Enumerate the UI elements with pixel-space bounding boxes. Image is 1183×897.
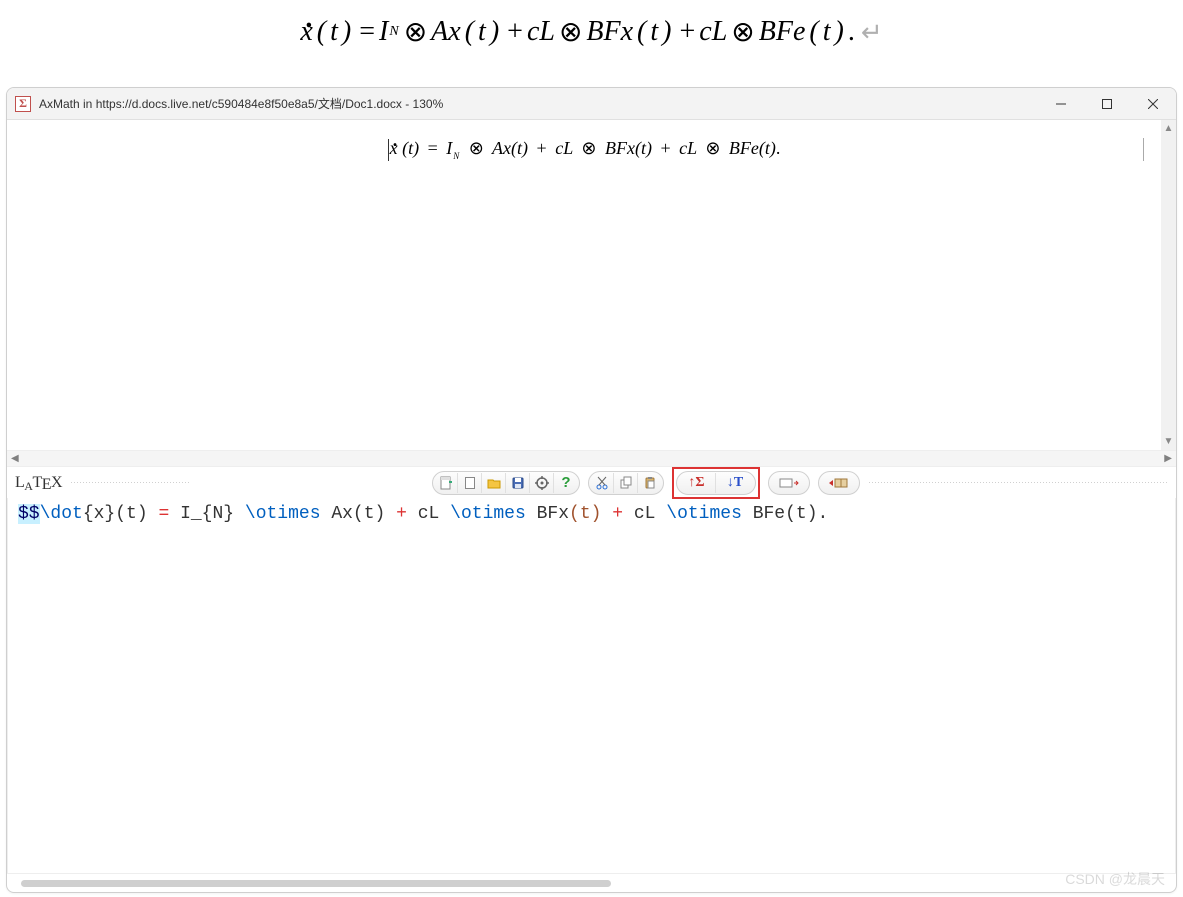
latex-toolbar: LATEX ? ↑Σ ↓T xyxy=(7,466,1176,498)
edit-tool-group xyxy=(588,471,664,495)
titlebar[interactable]: Σ AxMath in https://d.docs.live.net/c590… xyxy=(7,88,1176,120)
file-tool-group: ? xyxy=(432,471,580,495)
toolbar-grip xyxy=(70,481,190,485)
paragraph-mark: ↵ xyxy=(861,17,883,48)
code-token: (t) xyxy=(569,504,601,524)
question-icon: ? xyxy=(561,474,570,491)
text-cursor xyxy=(388,139,389,161)
code-token: Ax(t) xyxy=(321,504,397,524)
word-document-area: x (t) = IN ⊗ Ax(t) + cL ⊗ BFx(t) + cL ⊗ … xyxy=(0,0,1183,85)
settings-button[interactable] xyxy=(530,473,554,493)
cut-button[interactable] xyxy=(590,473,614,493)
maximize-button[interactable] xyxy=(1084,88,1130,119)
paste-button[interactable] xyxy=(638,473,662,493)
scrollbar-thumb[interactable] xyxy=(21,880,611,887)
code-token: I_{N} xyxy=(169,504,245,524)
open-button[interactable] xyxy=(482,473,506,493)
highlighted-convert-group: ↑Σ ↓T xyxy=(672,467,760,499)
code-token: $$ xyxy=(18,504,40,524)
editor-horizontal-scrollbar[interactable]: ◀ ▶ xyxy=(7,450,1176,466)
code-token: \dot xyxy=(40,504,83,524)
app-icon: Σ xyxy=(15,96,31,112)
code-token: \otimes xyxy=(666,504,742,524)
rendered-equation[interactable]: x (t) = IN ⊗ Ax(t) + cL ⊗ BFx(t) + cL ⊗ … xyxy=(25,138,1143,161)
run-button[interactable] xyxy=(820,473,858,493)
toolbar-grip-right xyxy=(868,481,1168,485)
scroll-right-icon[interactable]: ▶ xyxy=(1164,453,1172,464)
convert-tool-group: ↑Σ ↓T xyxy=(676,471,756,495)
vertical-scrollbar[interactable]: ▲ ▼ xyxy=(1161,120,1176,450)
scroll-up-icon[interactable]: ▲ xyxy=(1164,123,1174,134)
new-doc-button[interactable] xyxy=(434,473,458,493)
formula-to-latex-button[interactable]: ↓T xyxy=(716,473,754,493)
code-token: = xyxy=(158,504,169,524)
code-token: \otimes xyxy=(450,504,526,524)
code-token: cL xyxy=(623,504,666,524)
minimize-button[interactable] xyxy=(1038,88,1084,119)
code-horizontal-scrollbar[interactable] xyxy=(7,874,1176,892)
window-controls xyxy=(1038,88,1176,119)
code-token: BFe(t). xyxy=(742,504,828,524)
latex-to-formula-button[interactable]: ↑Σ xyxy=(678,473,716,493)
code-token: BFx xyxy=(526,504,569,524)
document-equation: x (t) = IN ⊗ Ax(t) + cL ⊗ BFx(t) + cL ⊗ … xyxy=(300,15,882,49)
snippet-button[interactable] xyxy=(770,473,808,493)
latex-label: LATEX xyxy=(15,474,62,492)
code-token: + xyxy=(612,504,623,524)
close-button[interactable] xyxy=(1130,88,1176,119)
run-tool-group xyxy=(818,471,860,495)
window-title: AxMath in https://d.docs.live.net/c59048… xyxy=(39,95,443,112)
code-token: \otimes xyxy=(245,504,321,524)
blank-doc-button[interactable] xyxy=(458,473,482,493)
latex-code-editor[interactable]: $$\dot{x}(t) = I_{N} \otimes Ax(t) + cL … xyxy=(7,498,1176,874)
equation-editor-area[interactable]: x (t) = IN ⊗ Ax(t) + cL ⊗ BFx(t) + cL ⊗ … xyxy=(7,120,1176,450)
axmath-window: Σ AxMath in https://d.docs.live.net/c590… xyxy=(6,87,1177,893)
watermark: CSDN @龙晨天 xyxy=(1065,869,1165,889)
code-token: + xyxy=(396,504,407,524)
copy-button[interactable] xyxy=(614,473,638,493)
code-token: {x}(t) xyxy=(83,504,159,524)
scroll-down-icon[interactable]: ▼ xyxy=(1164,436,1174,447)
red-sigma-up-icon: ↑Σ xyxy=(688,475,704,491)
code-token: cL xyxy=(407,504,450,524)
scroll-left-icon[interactable]: ◀ xyxy=(11,453,19,464)
snippet-tool-group xyxy=(768,471,810,495)
help-button[interactable]: ? xyxy=(554,473,578,493)
code-token xyxy=(601,504,612,524)
save-button[interactable] xyxy=(506,473,530,493)
blue-t-down-icon: ↓T xyxy=(727,475,743,491)
